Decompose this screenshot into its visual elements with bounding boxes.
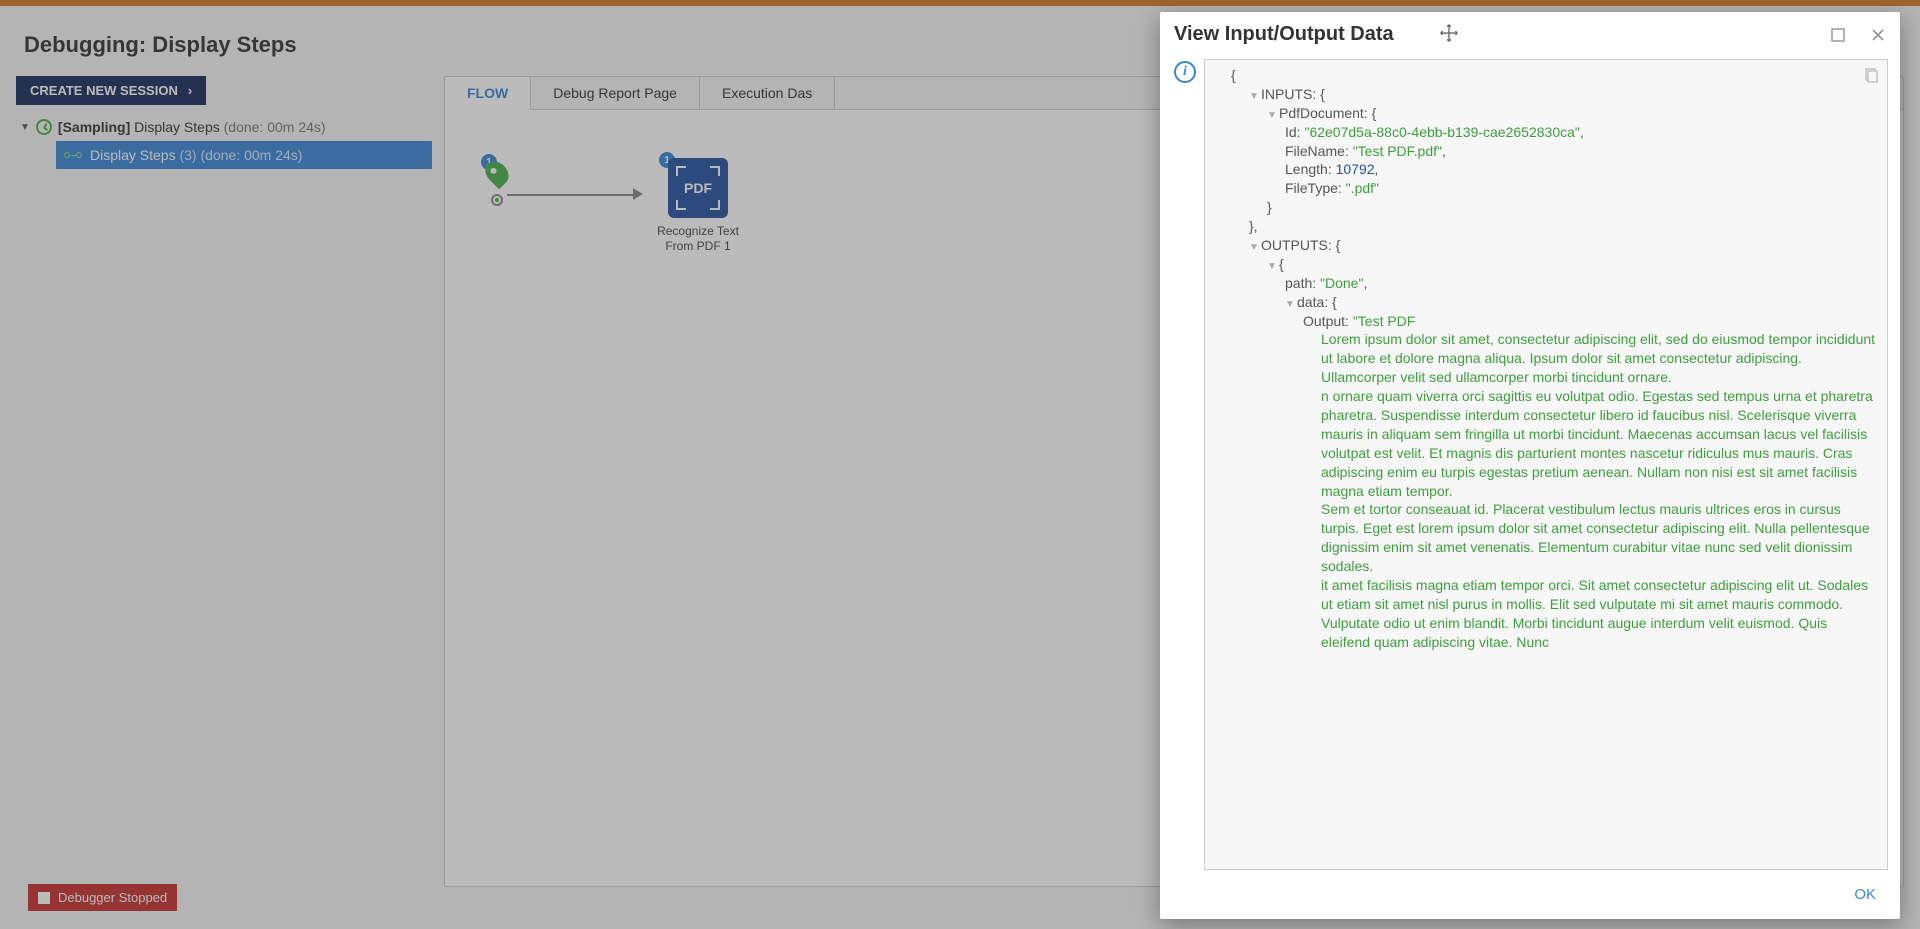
json-output-val-start: "Test PDF: [1353, 313, 1416, 329]
io-data-dialog: View Input/Output Data i { ▼INPUTS: { ▼P…: [1160, 12, 1900, 919]
toggle-icon[interactable]: ▼: [1285, 298, 1297, 312]
json-close-brace-2: },: [1249, 218, 1258, 234]
json-close-brace: }: [1267, 199, 1272, 215]
ok-button[interactable]: OK: [1846, 882, 1884, 907]
json-outputs-key: OUTPUTS: {: [1261, 237, 1340, 253]
json-path-val: "Done": [1320, 275, 1363, 291]
json-length-val: 10792: [1336, 161, 1375, 177]
json-path-key: path:: [1285, 275, 1320, 291]
json-data-key: data: {: [1297, 294, 1337, 310]
toggle-icon[interactable]: ▼: [1267, 109, 1279, 123]
json-pdfdoc-key: PdfDocument: {: [1279, 105, 1376, 121]
json-output-para3: Sem et tortor conseauat id. Placerat ves…: [1213, 500, 1879, 576]
dialog-header[interactable]: View Input/Output Data: [1160, 12, 1900, 53]
json-filename-val: "Test PDF.pdf": [1353, 143, 1442, 159]
json-root-brace: {: [1231, 67, 1236, 83]
json-output-key: Output:: [1303, 313, 1353, 329]
json-length-key: Length:: [1285, 161, 1336, 177]
json-output-para1: Lorem ipsum dolor sit amet, consectetur …: [1213, 330, 1879, 387]
json-id-val: "62e07d5a-88c0-4ebb-b139-cae2652830ca": [1304, 124, 1579, 140]
info-icon: i: [1174, 61, 1196, 83]
json-id-key: Id:: [1285, 124, 1304, 140]
maximize-icon[interactable]: [1830, 27, 1846, 43]
move-icon[interactable]: [1438, 22, 1460, 47]
json-viewer[interactable]: { ▼INPUTS: { ▼PdfDocument: { Id: "62e07d…: [1204, 59, 1888, 870]
json-filename-key: FileName:: [1285, 143, 1353, 159]
json-output-para2: n ornare quam viverra orci sagittis eu v…: [1213, 387, 1879, 500]
toggle-icon[interactable]: ▼: [1249, 90, 1261, 104]
toggle-icon[interactable]: ▼: [1267, 260, 1279, 274]
close-icon[interactable]: [1870, 27, 1886, 43]
copy-icon[interactable]: [1863, 68, 1879, 89]
dialog-footer: OK: [1160, 876, 1900, 919]
json-inputs-key: INPUTS: {: [1261, 86, 1325, 102]
toggle-icon[interactable]: ▼: [1249, 241, 1261, 255]
json-output-para4: it amet facilisis magna etiam tempor orc…: [1213, 576, 1879, 652]
dialog-title: View Input/Output Data: [1174, 23, 1394, 46]
json-anon-open: {: [1279, 256, 1284, 272]
json-filetype-key: FileType:: [1285, 180, 1346, 196]
json-filetype-val: ".pdf": [1346, 180, 1379, 196]
